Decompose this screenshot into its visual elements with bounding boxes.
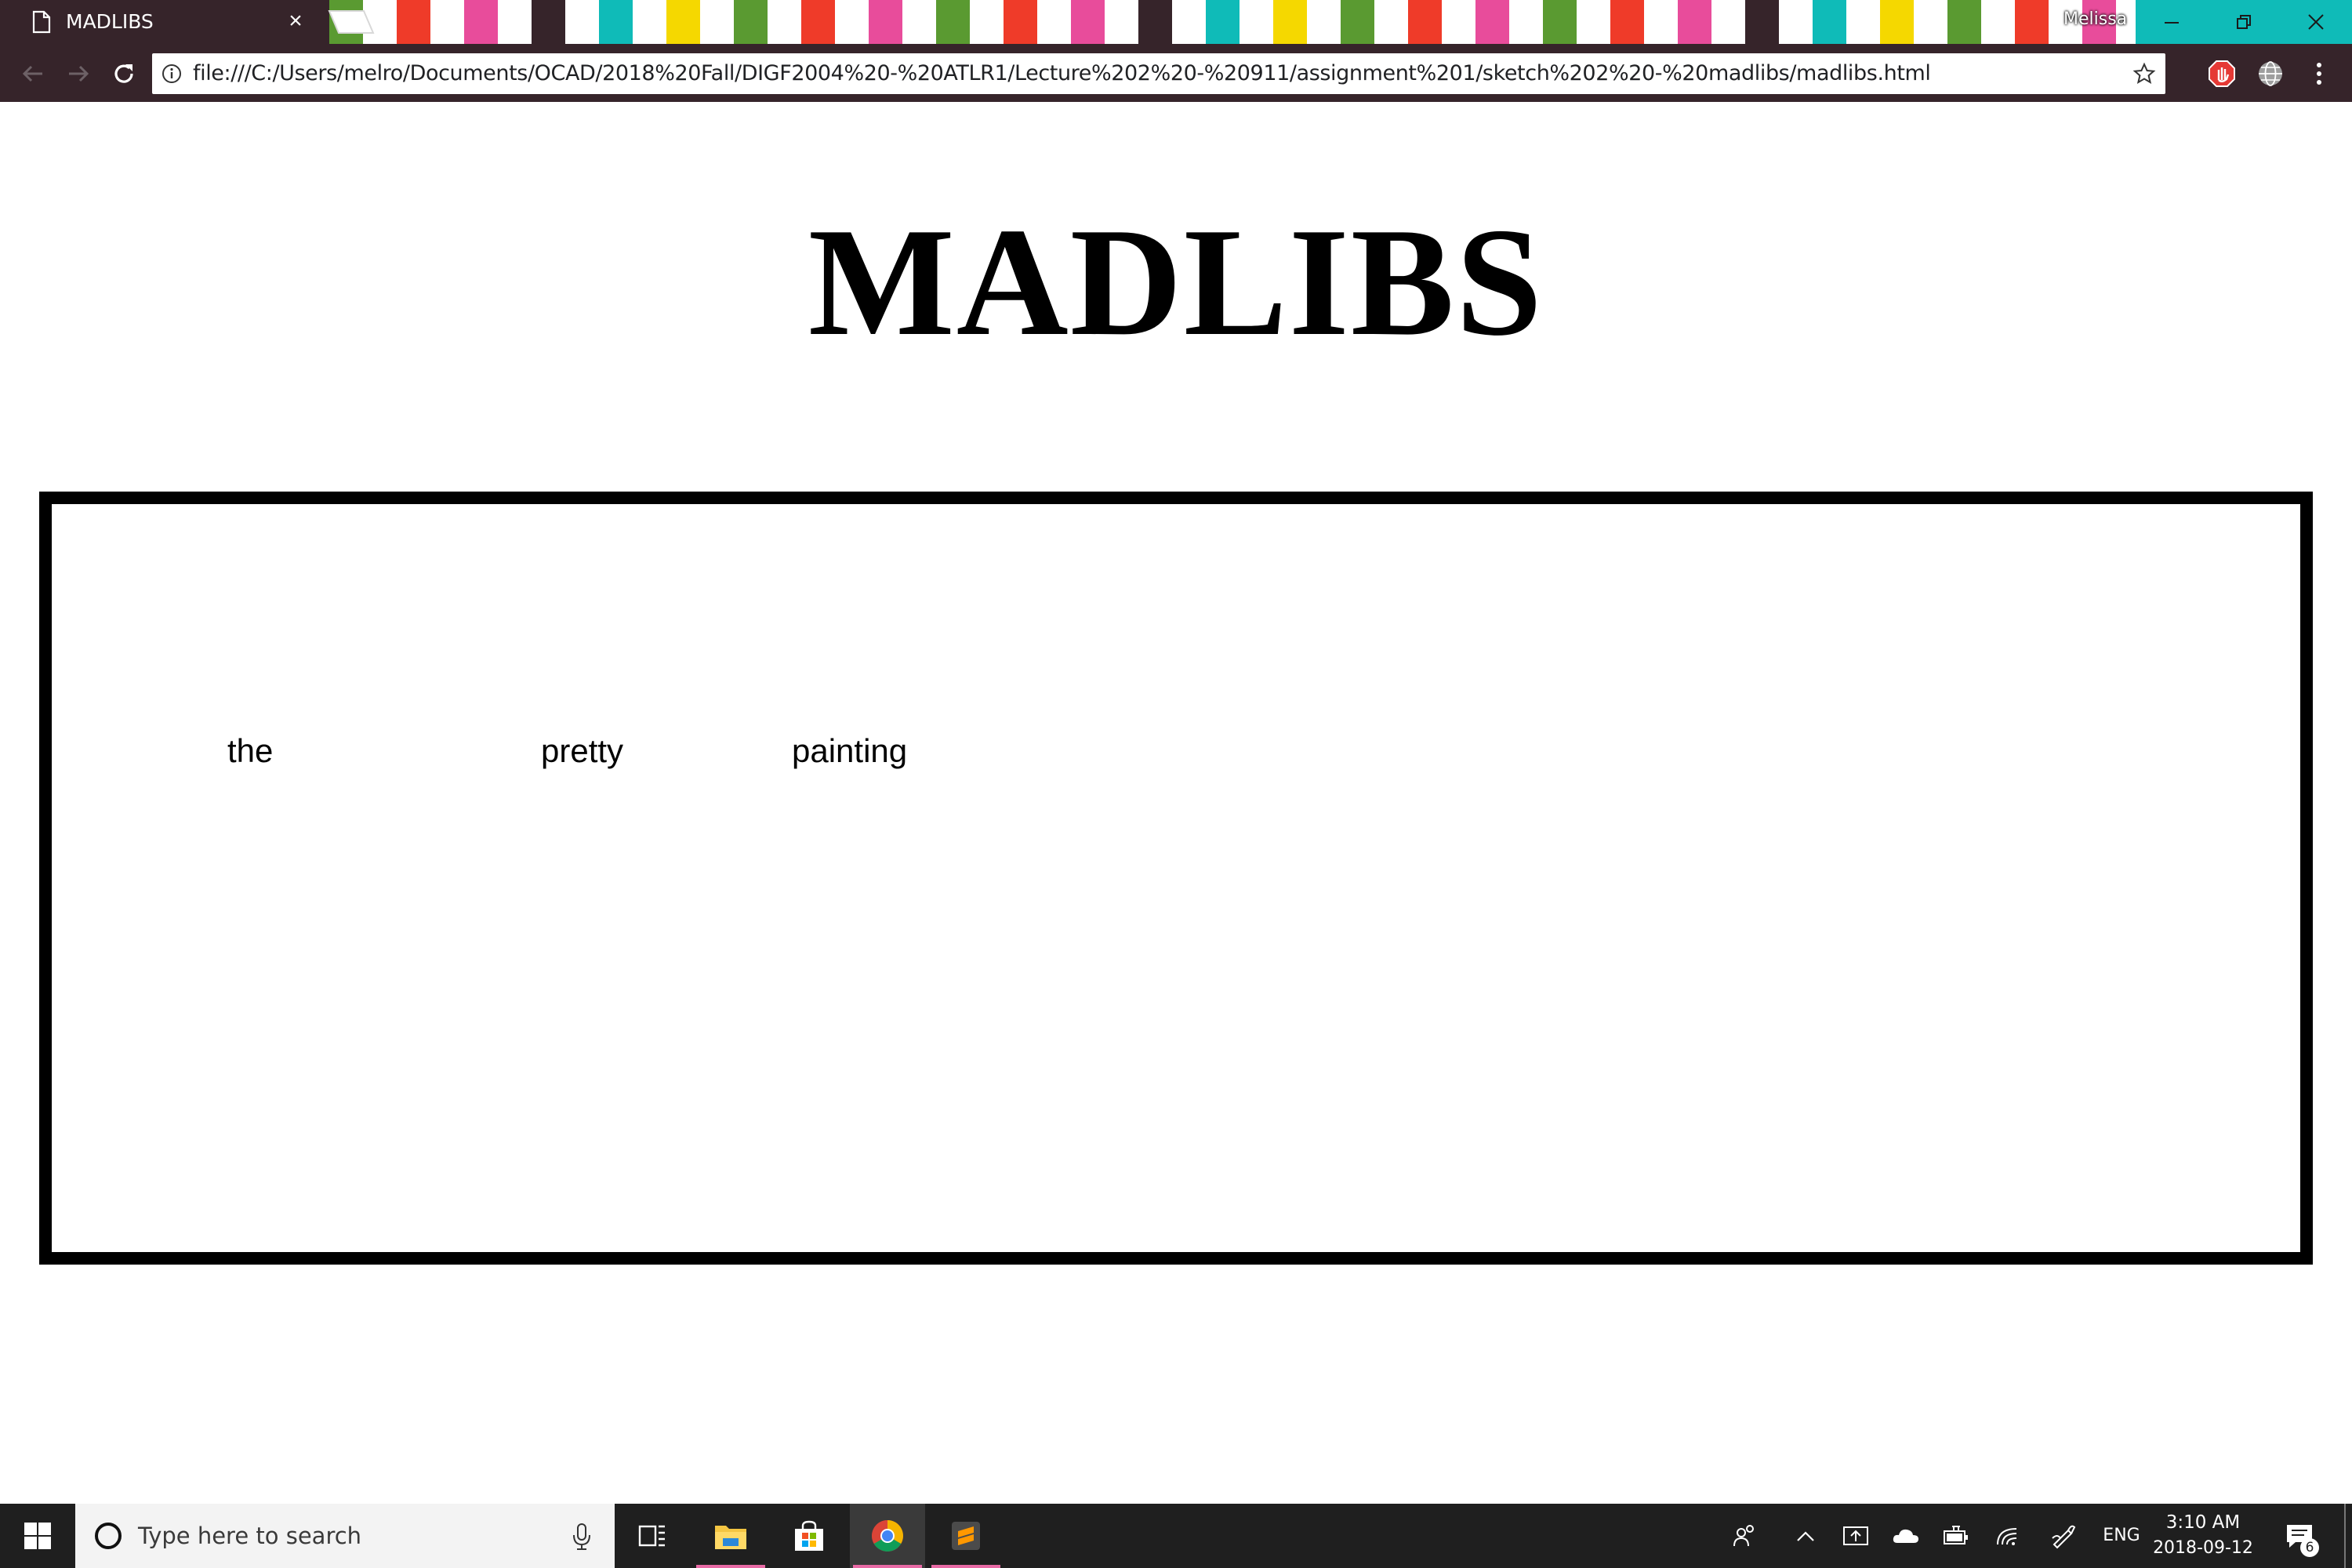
action-center-button[interactable]: 6 xyxy=(2274,1504,2328,1568)
bookmark-star-icon[interactable] xyxy=(2132,62,2156,85)
back-arrow-icon[interactable] xyxy=(17,58,49,89)
ad-blocker-extension-icon[interactable] xyxy=(2208,60,2236,88)
wifi-button[interactable] xyxy=(1988,1504,2027,1568)
tab-title: MADLIBS xyxy=(66,10,154,33)
notification-count-badge: 6 xyxy=(2300,1538,2319,1557)
madlib-word-2: pretty xyxy=(541,732,624,769)
close-window-button[interactable] xyxy=(2280,0,2352,44)
clock-time: 3:10 AM xyxy=(2165,1512,2241,1533)
store-bag-icon xyxy=(795,1520,823,1551)
chevron-up-icon xyxy=(1797,1531,1814,1541)
profile-name[interactable]: Melissa xyxy=(2054,7,2136,32)
forward-arrow-icon[interactable] xyxy=(63,58,94,89)
file-explorer-button[interactable] xyxy=(693,1504,768,1568)
menu-kebab-icon[interactable] xyxy=(2305,60,2333,88)
search-placeholder: Type here to search xyxy=(138,1523,362,1549)
pen-workspace-button[interactable] xyxy=(2043,1504,2082,1568)
madlib-word-3: painting xyxy=(792,732,908,769)
microphone-icon[interactable] xyxy=(571,1523,593,1551)
globe-extension-icon[interactable] xyxy=(2256,60,2285,88)
browser-tab-strip: MADLIBS × Melissa xyxy=(0,0,2352,44)
tab-close-icon[interactable]: × xyxy=(284,9,307,33)
chrome-button[interactable] xyxy=(850,1504,925,1568)
battery-charging-icon xyxy=(1944,1526,1968,1544)
microsoft-store-button[interactable] xyxy=(771,1504,847,1568)
battery-button[interactable] xyxy=(1936,1504,1976,1568)
clock[interactable]: 3:10 AM 2018-09-12 xyxy=(2151,1510,2255,1562)
tray-upload-button[interactable] xyxy=(1836,1504,1875,1568)
minimize-button[interactable] xyxy=(2136,0,2208,44)
pen-workspace-icon xyxy=(2052,1525,2076,1549)
people-button[interactable] xyxy=(1725,1504,1764,1568)
reload-icon[interactable] xyxy=(108,58,140,89)
upload-tray-icon xyxy=(1843,1526,1868,1545)
windows-taskbar: Type here to search ENG 3:10 AM 2018-09-… xyxy=(0,1504,2352,1568)
start-button[interactable] xyxy=(0,1504,75,1568)
clock-date: 2018-09-12 xyxy=(2153,1538,2253,1558)
restore-icon xyxy=(2237,15,2251,29)
cortana-icon xyxy=(95,1523,122,1549)
restore-button[interactable] xyxy=(2208,0,2280,44)
minimize-icon xyxy=(2165,22,2179,24)
file-explorer-icon xyxy=(715,1526,746,1549)
url-text[interactable]: file:///C:/Users/melro/Documents/OCAD/20… xyxy=(193,53,1931,94)
onedrive-button[interactable] xyxy=(1886,1504,1926,1568)
sublime-text-icon xyxy=(952,1522,980,1550)
browser-toolbar: file:///C:/Users/melro/Documents/OCAD/20… xyxy=(0,44,2352,102)
madlib-word-1: the xyxy=(227,732,274,769)
show-desktop-button[interactable] xyxy=(2344,1504,2352,1568)
page-title: MADLIBS xyxy=(808,196,1544,368)
task-view-button[interactable] xyxy=(615,1504,690,1568)
windows-logo-icon xyxy=(24,1523,51,1549)
show-hidden-icons-button[interactable] xyxy=(1786,1504,1825,1568)
new-tab-button[interactable] xyxy=(325,9,376,34)
close-icon xyxy=(2308,14,2324,30)
task-view-icon xyxy=(638,1525,665,1547)
taskbar-search-box[interactable]: Type here to search xyxy=(75,1504,615,1568)
madlib-box: the pretty painting xyxy=(39,492,2313,1265)
tab-madlibs[interactable]: MADLIBS × xyxy=(0,0,315,44)
address-bar[interactable]: file:///C:/Users/melro/Documents/OCAD/20… xyxy=(152,53,2165,94)
site-info-icon[interactable] xyxy=(162,64,182,84)
input-language[interactable]: ENG xyxy=(2100,1504,2143,1568)
onedrive-cloud-icon xyxy=(1893,1529,1918,1543)
people-icon xyxy=(1733,1525,1754,1547)
page-icon xyxy=(32,10,51,34)
sublime-text-button[interactable] xyxy=(928,1504,1004,1568)
chrome-icon xyxy=(872,1520,903,1552)
wifi-icon xyxy=(1997,1528,2017,1545)
